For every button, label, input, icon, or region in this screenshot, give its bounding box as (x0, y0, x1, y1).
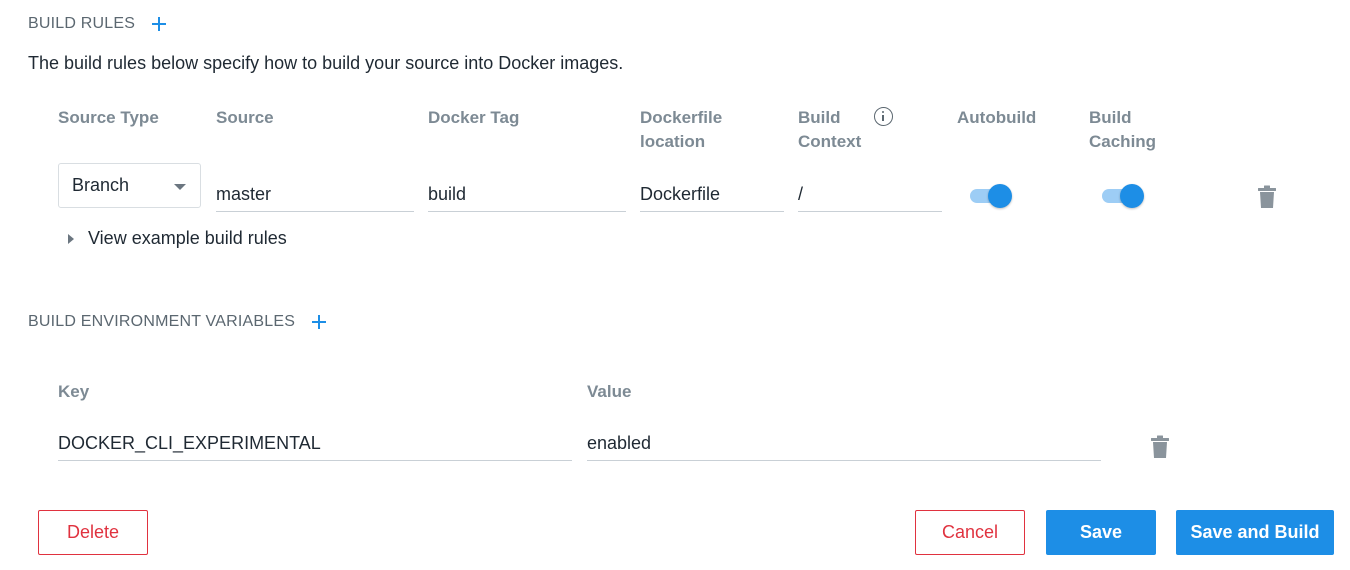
col-build-caching: Build Caching (1089, 108, 1157, 151)
caret-down-icon (174, 184, 186, 190)
dockerfile-location-input[interactable]: Dockerfile (640, 178, 784, 212)
delete-env-var-trash-icon[interactable] (1150, 435, 1170, 459)
col-value: Value (587, 382, 632, 401)
build-rules-description: The build rules below specify how to bui… (28, 53, 624, 73)
view-example-label: View example build rules (88, 228, 287, 248)
col-docker-tag: Docker Tag (428, 108, 520, 127)
env-value-input[interactable]: enabled (587, 427, 1101, 461)
col-source: Source (216, 108, 274, 127)
source-type-select[interactable]: Branch (58, 163, 201, 208)
docker-tag-input[interactable]: build (428, 178, 626, 212)
env-vars-title: BUILD ENVIRONMENT VARIABLES (28, 313, 296, 330)
save-button[interactable]: Save (1046, 510, 1156, 555)
delete-button[interactable]: Delete (38, 510, 148, 555)
col-source-type: Source Type (58, 108, 159, 127)
source-input[interactable]: master (216, 178, 414, 212)
env-vars-heading: BUILD ENVIRONMENT VARIABLES (28, 313, 327, 331)
triangle-right-icon (68, 233, 74, 244)
col-key: Key (58, 382, 90, 401)
source-type-value: Branch (72, 175, 130, 195)
build-caching-toggle-knob (1120, 184, 1144, 208)
build-rules-heading: BUILD RULES (28, 15, 167, 33)
col-autobuild: Autobuild (957, 108, 1037, 127)
cancel-button[interactable]: Cancel (915, 510, 1025, 555)
autobuild-toggle[interactable] (968, 181, 1014, 211)
autobuild-toggle-knob (988, 184, 1012, 208)
add-env-var-icon[interactable] (311, 314, 327, 330)
delete-build-rule-trash-icon[interactable] (1257, 185, 1277, 209)
build-caching-toggle[interactable] (1100, 181, 1146, 211)
build-context-input[interactable]: / (798, 178, 942, 212)
info-icon[interactable] (874, 107, 893, 126)
col-build-context: Build Context (798, 108, 862, 151)
save-and-build-button[interactable]: Save and Build (1176, 510, 1334, 555)
col-dockerfile-location: Dockerfile location (640, 108, 723, 151)
view-example-build-rules-link[interactable]: View example build rules (68, 228, 287, 249)
build-rules-title: BUILD RULES (28, 15, 136, 32)
add-build-rule-icon[interactable] (151, 16, 167, 32)
env-key-input[interactable]: DOCKER_CLI_EXPERIMENTAL (58, 427, 572, 461)
